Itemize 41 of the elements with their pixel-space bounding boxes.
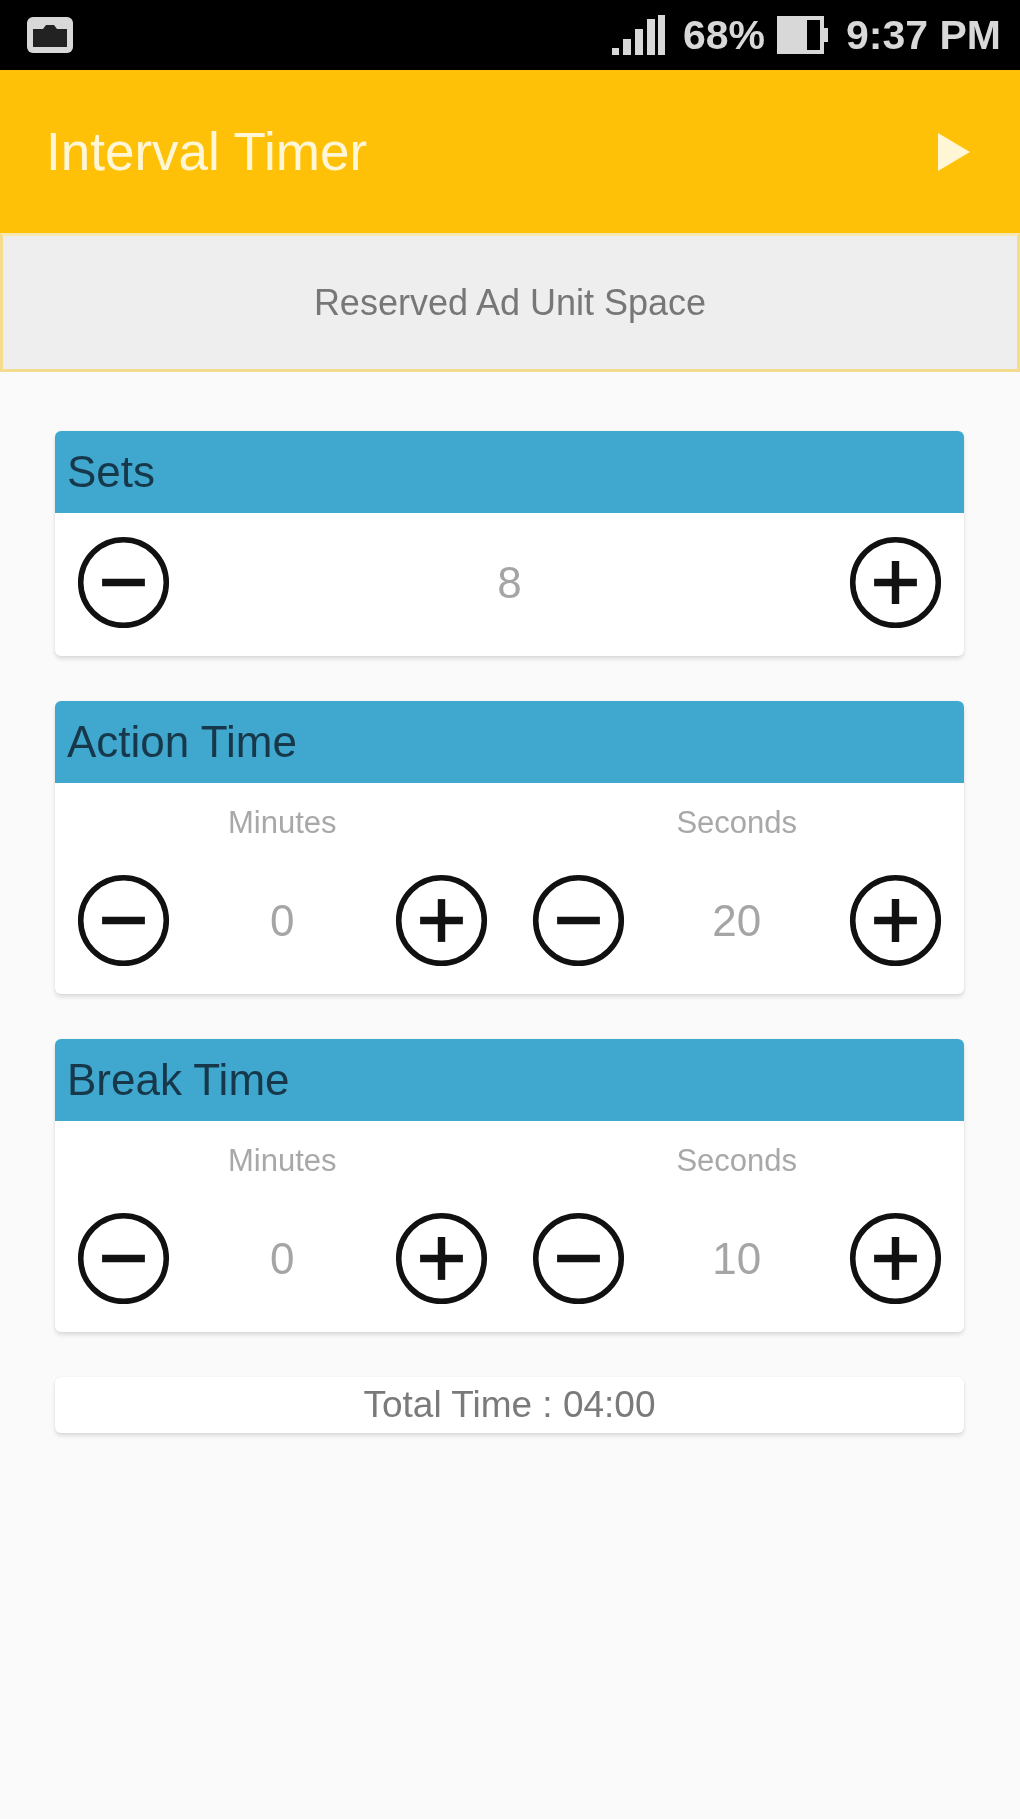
increment-button[interactable]	[849, 874, 942, 967]
app-title: Interval Timer	[46, 120, 368, 183]
stepper-label: Seconds	[676, 1142, 798, 1180]
battery-percent: 68%	[683, 11, 766, 59]
decrement-button[interactable]	[77, 1212, 170, 1305]
minus-circle-icon	[531, 874, 625, 967]
decrement-button[interactable]	[77, 874, 170, 967]
battery-icon	[777, 16, 831, 54]
total-time-text: Total Time : 04:00	[363, 1383, 656, 1427]
plus-circle-icon	[394, 1212, 488, 1305]
card-title: Action Time	[67, 716, 297, 768]
minus-circle-icon	[77, 1212, 170, 1305]
stepper-label: Minutes	[227, 804, 337, 842]
plus-circle-icon	[849, 536, 942, 629]
stepper-value: 20	[712, 894, 762, 947]
plus-circle-icon	[849, 874, 942, 967]
increment-button[interactable]	[849, 536, 942, 629]
increment-button[interactable]	[849, 1212, 942, 1305]
clock-time: 9:37 PM	[846, 11, 1001, 59]
camera-icon	[25, 15, 75, 55]
stepper-value: 10	[712, 1232, 762, 1285]
play-icon	[938, 132, 970, 171]
decrement-button[interactable]	[531, 874, 625, 967]
increment-button[interactable]	[394, 1212, 488, 1305]
plus-circle-icon	[849, 1212, 942, 1305]
stepper-label: Seconds	[676, 804, 798, 842]
decrement-button[interactable]	[531, 1212, 625, 1305]
plus-circle-icon	[394, 874, 488, 967]
ad-placeholder-text: Reserved Ad Unit Space	[313, 280, 707, 325]
card-title: Sets	[67, 446, 156, 498]
stepper-value: 0	[270, 894, 295, 947]
stepper-label: Minutes	[227, 1142, 337, 1180]
minus-circle-icon	[531, 1212, 625, 1305]
increment-button[interactable]	[394, 874, 488, 967]
minus-circle-icon	[77, 874, 170, 967]
decrement-button[interactable]	[77, 536, 170, 629]
signal-icon	[612, 15, 665, 55]
stepper-value: 8	[497, 556, 522, 609]
minus-circle-icon	[77, 536, 170, 629]
card-title: Break Time	[67, 1054, 290, 1106]
stepper-value: 0	[270, 1232, 295, 1285]
